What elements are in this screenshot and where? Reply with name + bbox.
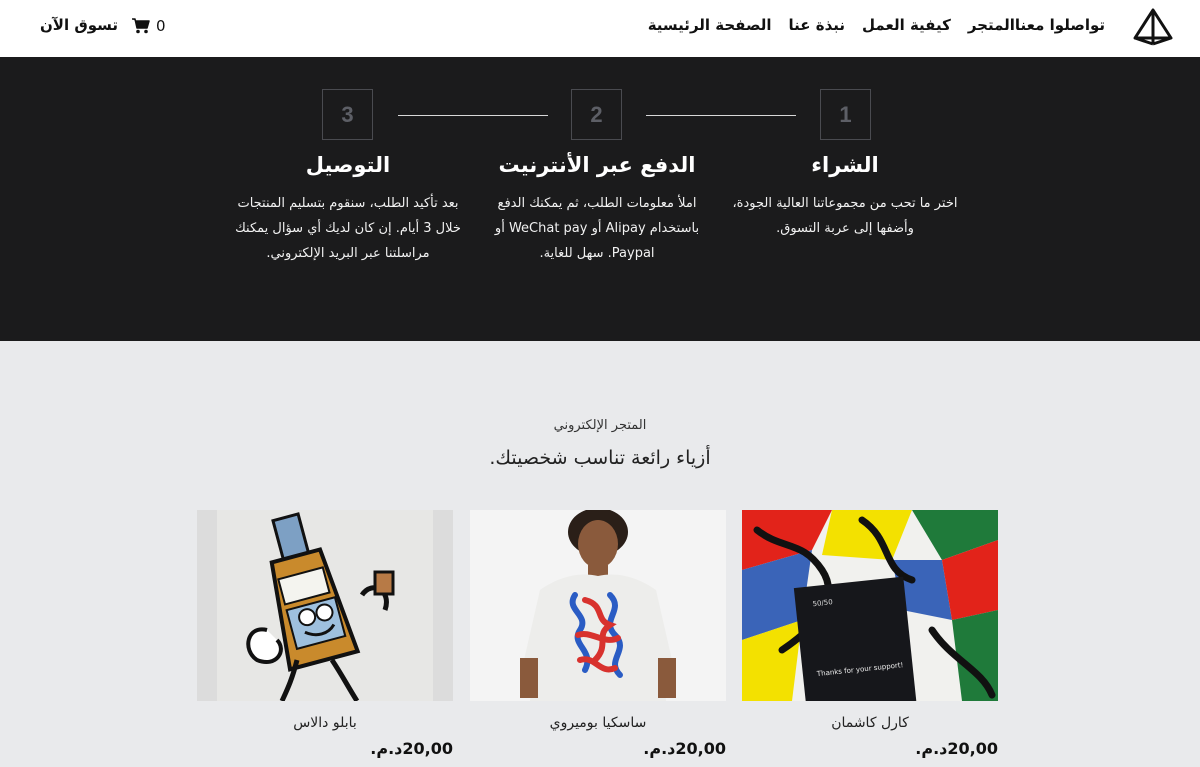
- step-description-line: Paypal. سهل للغاية.: [539, 246, 655, 261]
- product-price: 20,00د.م.: [370, 739, 453, 758]
- shop-now-link[interactable]: تسوق الآن: [40, 16, 118, 34]
- product-name[interactable]: ساسكيا بوميروي: [470, 715, 726, 731]
- product-price: 20,00د.م.: [915, 739, 998, 758]
- cart-icon: [132, 18, 150, 34]
- main-nav: الصفحة الرئيسية نبذة عنا كيفية العمل الم…: [631, 16, 1105, 34]
- step-title-3: التوصيل: [305, 153, 391, 177]
- step-description-3: بعد تأكيد الطلب، سنقوم بتسليم المنتجات خ…: [228, 191, 468, 266]
- product-photo-graphic: [197, 510, 453, 701]
- step-description-line: اختر ما تحب من مجموعاتنا العالية الجودة،: [732, 196, 958, 211]
- step-description-line: بعد تأكيد الطلب، سنقوم بتسليم المنتجات: [237, 196, 459, 211]
- product-photo-graphic: 50/50 Thanks for your support!: [742, 510, 998, 701]
- product-name[interactable]: كارل كاشمان: [742, 715, 998, 731]
- step-divider: [398, 115, 548, 116]
- product-image[interactable]: 50/50 Thanks for your support!: [742, 510, 998, 701]
- step-description-line: باستخدام Alipay أو WeChat pay أو: [494, 221, 700, 236]
- product-price: 20,00د.م.: [643, 739, 726, 758]
- nav-home[interactable]: الصفحة الرئيسية: [648, 16, 772, 34]
- step-description-line: وأضفها إلى عربة التسوق.: [776, 221, 914, 236]
- step-description-1: اختر ما تحب من مجموعاتنا العالية الجودة،…: [725, 191, 965, 241]
- step-title-1: الشراء: [811, 153, 879, 177]
- step-description-2: املأ معلومات الطلب، ثم يمكنك الدفع باستخ…: [477, 191, 717, 266]
- triangle-logo-icon[interactable]: [1133, 8, 1173, 46]
- step-number-2: 2: [571, 89, 622, 140]
- nav-shop[interactable]: المتجر: [968, 16, 1015, 34]
- product-image[interactable]: [197, 510, 453, 701]
- step-description-line: خلال 3 أيام. إن كان لديك أي سؤال يمكنك: [235, 221, 461, 236]
- product-image[interactable]: [470, 510, 726, 701]
- product-card[interactable]: 50/50 Thanks for your support! كارل كاشم…: [742, 510, 998, 758]
- cart-count: 0: [156, 17, 166, 35]
- nav-about[interactable]: نبذة عنا: [789, 16, 846, 34]
- shop-kicker: المتجر الإلكتروني: [553, 418, 647, 433]
- site-header: الصفحة الرئيسية نبذة عنا كيفية العمل الم…: [0, 0, 1200, 57]
- how-it-works-section: 1 2 3 الشراء الدفع عبر الأنترنيت التوصيل…: [0, 57, 1200, 341]
- step-title-2: الدفع عبر الأنترنيت: [498, 153, 696, 177]
- product-photo-model: [470, 510, 726, 701]
- step-description-line: مراسلتنا عبر البريد الإلكتروني.: [266, 246, 430, 261]
- nav-contact[interactable]: تواصلوا معنا: [1015, 16, 1105, 34]
- shop-heading: أزياء رائعة تناسب شخصيتك.: [489, 447, 711, 469]
- cart-button[interactable]: 0: [132, 17, 166, 35]
- product-card[interactable]: بابلو دالاس 20,00د.م.: [197, 510, 453, 758]
- product-card[interactable]: ساسكيا بوميروي 20,00د.م.: [470, 510, 726, 758]
- nav-how-it-works[interactable]: كيفية العمل: [862, 16, 951, 34]
- product-name[interactable]: بابلو دالاس: [197, 715, 453, 731]
- step-number-1: 1: [820, 89, 871, 140]
- step-description-line: املأ معلومات الطلب، ثم يمكنك الدفع: [497, 196, 697, 211]
- step-number-3: 3: [322, 89, 373, 140]
- shop-section: المتجر الإلكتروني أزياء رائعة تناسب شخصي…: [0, 341, 1200, 767]
- step-divider: [646, 115, 796, 116]
